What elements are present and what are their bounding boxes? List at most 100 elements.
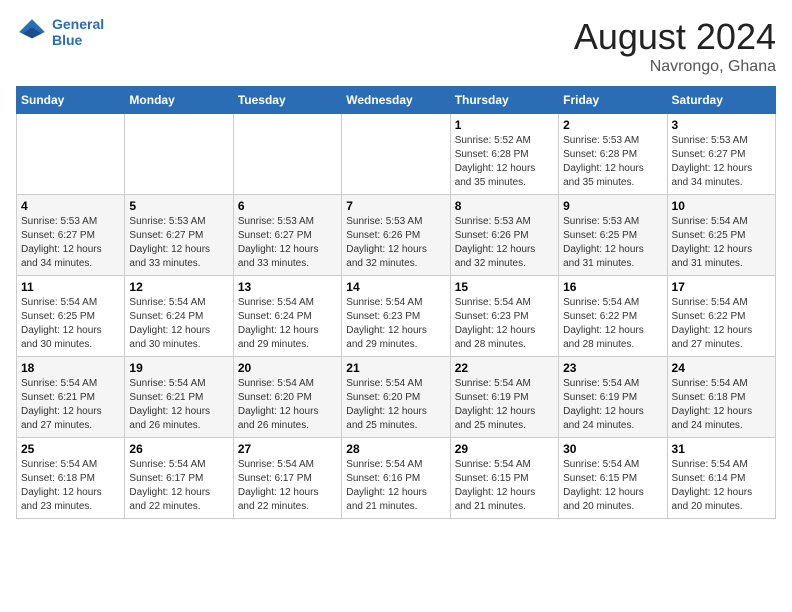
calendar-cell: 31Sunrise: 5:54 AM Sunset: 6:14 PM Dayli… [667,438,775,519]
calendar-cell: 7 Sunrise: 5:53 AM Sunset: 6:26 PM Daylig… [342,195,450,276]
day-number: 15 [455,280,554,294]
day-number: 18 [21,361,120,375]
calendar-cell: 10 Sunrise: 5:54 AM Sunset: 6:25 PM Dayli… [667,195,775,276]
day-info: Sunrise: 5:54 AM Sunset: 6:18 PM Dayligh… [672,377,771,433]
day-number: 16 [563,280,662,294]
calendar-cell: 29 Sunrise: 5:54 AM Sunset: 6:15 PM Dayli… [450,438,558,519]
day-number: 5 [129,199,228,213]
day-number: 7 [346,199,445,213]
weekday-header-tuesday: Tuesday [233,87,341,114]
calendar-cell: 2 Sunrise: 5:53 AM Sunset: 6:28 PM Daylig… [559,114,667,195]
weekday-header-friday: Friday [559,87,667,114]
title-block: August 2024 Navrongo, Ghana [574,16,776,76]
calendar-cell: 19 Sunrise: 5:54 AM Sunset: 6:21 PM Dayli… [125,357,233,438]
weekday-header-wednesday: Wednesday [342,87,450,114]
day-number: 29 [455,442,554,456]
day-info: Sunrise: 5:53 AM Sunset: 6:28 PM Dayligh… [563,134,662,190]
day-number: 31 [672,442,771,456]
day-number: 1 [455,118,554,132]
day-info: Sunrise: 5:52 AM Sunset: 6:28 PM Dayligh… [455,134,554,190]
weekday-header-saturday: Saturday [667,87,775,114]
calendar-cell: 23Sunrise: 5:54 AM Sunset: 6:19 PM Dayli… [559,357,667,438]
weekday-header-thursday: Thursday [450,87,558,114]
calendar-cell: 3Sunrise: 5:53 AM Sunset: 6:27 PM Daylig… [667,114,775,195]
day-info: Sunrise: 5:53 AM Sunset: 6:27 PM Dayligh… [672,134,771,190]
day-number: 19 [129,361,228,375]
day-number: 22 [455,361,554,375]
calendar-header: SundayMondayTuesdayWednesdayThursdayFrid… [17,87,776,114]
calendar-cell: 28Sunrise: 5:54 AM Sunset: 6:16 PM Dayli… [342,438,450,519]
week-row-1: 1 Sunrise: 5:52 AM Sunset: 6:28 PM Daylig… [17,114,776,195]
day-number: 2 [563,118,662,132]
page-header: General Blue August 2024 Navrongo, Ghana [16,16,776,76]
day-info: Sunrise: 5:54 AM Sunset: 6:20 PM Dayligh… [238,377,337,433]
day-number: 10 [672,199,771,213]
day-number: 26 [129,442,228,456]
day-number: 8 [455,199,554,213]
logo-text-blue: Blue [52,32,104,48]
day-number: 21 [346,361,445,375]
calendar-cell: 14Sunrise: 5:54 AM Sunset: 6:23 PM Dayli… [342,276,450,357]
day-info: Sunrise: 5:54 AM Sunset: 6:22 PM Dayligh… [672,296,771,352]
calendar-cell: 4 Sunrise: 5:53 AM Sunset: 6:27 PM Daylig… [17,195,125,276]
calendar-cell: 24 Sunrise: 5:54 AM Sunset: 6:18 PM Dayli… [667,357,775,438]
weekday-header-sunday: Sunday [17,87,125,114]
day-info: Sunrise: 5:54 AM Sunset: 6:17 PM Dayligh… [129,458,228,514]
day-info: Sunrise: 5:54 AM Sunset: 6:15 PM Dayligh… [563,458,662,514]
day-number: 17 [672,280,771,294]
calendar-table: SundayMondayTuesdayWednesdayThursdayFrid… [16,86,776,519]
weekday-header-row: SundayMondayTuesdayWednesdayThursdayFrid… [17,87,776,114]
day-info: Sunrise: 5:53 AM Sunset: 6:25 PM Dayligh… [563,215,662,271]
week-row-4: 18 Sunrise: 5:54 AM Sunset: 6:21 PM Dayli… [17,357,776,438]
day-number: 27 [238,442,337,456]
calendar-body: 1 Sunrise: 5:52 AM Sunset: 6:28 PM Daylig… [17,114,776,519]
day-info: Sunrise: 5:54 AM Sunset: 6:21 PM Dayligh… [129,377,228,433]
calendar-cell: 18 Sunrise: 5:54 AM Sunset: 6:21 PM Dayli… [17,357,125,438]
calendar-cell: 13Sunrise: 5:54 AM Sunset: 6:24 PM Dayli… [233,276,341,357]
calendar-cell: 20 Sunrise: 5:54 AM Sunset: 6:20 PM Dayli… [233,357,341,438]
day-info: Sunrise: 5:54 AM Sunset: 6:23 PM Dayligh… [455,296,554,352]
weekday-header-monday: Monday [125,87,233,114]
day-info: Sunrise: 5:54 AM Sunset: 6:21 PM Dayligh… [21,377,120,433]
day-info: Sunrise: 5:54 AM Sunset: 6:18 PM Dayligh… [21,458,120,514]
calendar-cell: 11Sunrise: 5:54 AM Sunset: 6:25 PM Dayli… [17,276,125,357]
day-number: 30 [563,442,662,456]
day-info: Sunrise: 5:54 AM Sunset: 6:17 PM Dayligh… [238,458,337,514]
calendar-cell: 21 Sunrise: 5:54 AM Sunset: 6:20 PM Dayli… [342,357,450,438]
week-row-5: 25 Sunrise: 5:54 AM Sunset: 6:18 PM Dayli… [17,438,776,519]
day-info: Sunrise: 5:54 AM Sunset: 6:20 PM Dayligh… [346,377,445,433]
calendar-cell: 9Sunrise: 5:53 AM Sunset: 6:25 PM Daylig… [559,195,667,276]
day-info: Sunrise: 5:53 AM Sunset: 6:27 PM Dayligh… [21,215,120,271]
calendar-cell [342,114,450,195]
calendar-cell [17,114,125,195]
calendar-cell: 1 Sunrise: 5:52 AM Sunset: 6:28 PM Daylig… [450,114,558,195]
day-number: 25 [21,442,120,456]
location-subtitle: Navrongo, Ghana [574,58,776,76]
day-info: Sunrise: 5:54 AM Sunset: 6:15 PM Dayligh… [455,458,554,514]
calendar-cell: 17 Sunrise: 5:54 AM Sunset: 6:22 PM Dayli… [667,276,775,357]
calendar-cell: 25 Sunrise: 5:54 AM Sunset: 6:18 PM Dayli… [17,438,125,519]
logo-icon [16,16,48,48]
day-info: Sunrise: 5:53 AM Sunset: 6:26 PM Dayligh… [346,215,445,271]
day-info: Sunrise: 5:54 AM Sunset: 6:19 PM Dayligh… [455,377,554,433]
month-year-title: August 2024 [574,16,776,58]
calendar-cell [233,114,341,195]
calendar-cell: 12Sunrise: 5:54 AM Sunset: 6:24 PM Dayli… [125,276,233,357]
calendar-cell: 27 Sunrise: 5:54 AM Sunset: 6:17 PM Dayli… [233,438,341,519]
logo: General Blue [16,16,104,48]
day-info: Sunrise: 5:54 AM Sunset: 6:23 PM Dayligh… [346,296,445,352]
calendar-cell: 16Sunrise: 5:54 AM Sunset: 6:22 PM Dayli… [559,276,667,357]
day-number: 20 [238,361,337,375]
day-info: Sunrise: 5:54 AM Sunset: 6:25 PM Dayligh… [672,215,771,271]
day-info: Sunrise: 5:53 AM Sunset: 6:26 PM Dayligh… [455,215,554,271]
day-info: Sunrise: 5:53 AM Sunset: 6:27 PM Dayligh… [238,215,337,271]
calendar-cell: 8 Sunrise: 5:53 AM Sunset: 6:26 PM Daylig… [450,195,558,276]
day-info: Sunrise: 5:53 AM Sunset: 6:27 PM Dayligh… [129,215,228,271]
calendar-cell [125,114,233,195]
week-row-2: 4 Sunrise: 5:53 AM Sunset: 6:27 PM Daylig… [17,195,776,276]
day-number: 4 [21,199,120,213]
day-info: Sunrise: 5:54 AM Sunset: 6:24 PM Dayligh… [129,296,228,352]
day-number: 24 [672,361,771,375]
week-row-3: 11Sunrise: 5:54 AM Sunset: 6:25 PM Dayli… [17,276,776,357]
logo-text-general: General [52,16,104,32]
